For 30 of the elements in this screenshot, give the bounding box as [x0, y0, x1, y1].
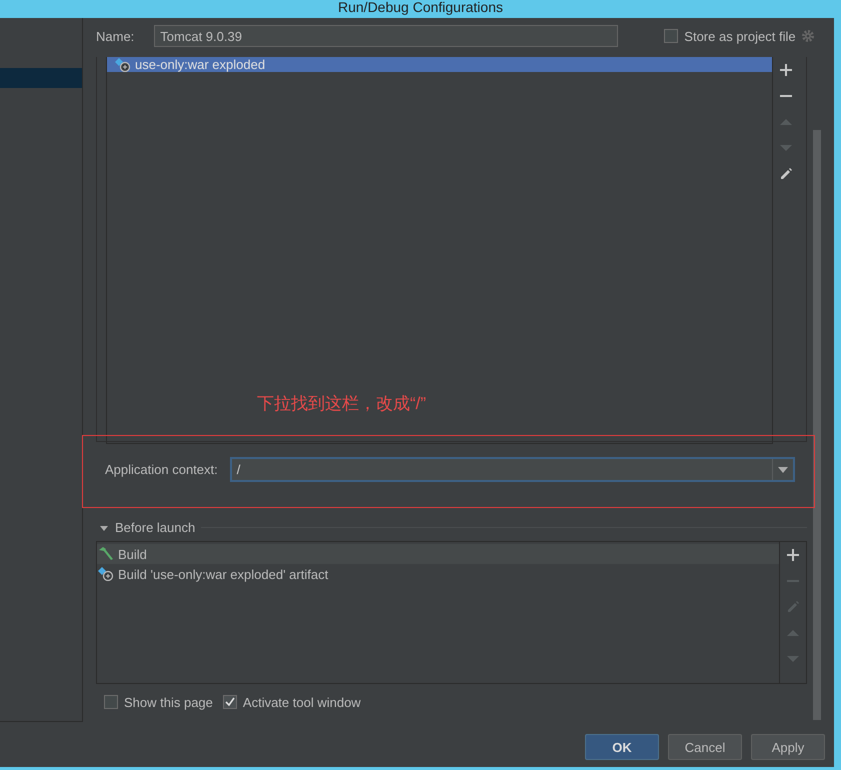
sidebar-item[interactable] [0, 68, 82, 88]
section-title: Before launch [115, 520, 196, 535]
artifact-icon [115, 58, 131, 72]
name-field[interactable]: Tomcat 9.0.39 [154, 25, 618, 47]
annotation-text: 下拉找到这栏，改成“/” [257, 393, 426, 415]
checkbox[interactable] [104, 695, 118, 709]
name-label: Name: [96, 28, 134, 44]
artifact-item[interactable]: use-only:war exploded [107, 57, 772, 72]
checkbox[interactable] [664, 29, 678, 43]
task-item[interactable]: Build 'use-only:war exploded' artifact [97, 564, 779, 584]
ok-button[interactable]: OK [585, 734, 659, 760]
artifact-icon [98, 567, 114, 581]
dropdown-arrow-icon [778, 466, 788, 472]
task-item[interactable]: Build [97, 544, 779, 564]
pencil-icon [786, 600, 800, 614]
window-title: Run/Debug Configurations [338, 0, 503, 17]
checkbox[interactable] [222, 695, 237, 709]
checkbox-label: Store as project file [684, 28, 796, 44]
gear-icon[interactable] [800, 29, 815, 43]
checkbox-label: Activate tool window [242, 694, 361, 710]
application-context-combo[interactable]: / [230, 457, 795, 482]
hammer-icon [98, 547, 114, 561]
checkbox-label: Show this page [124, 694, 213, 710]
pencil-icon [779, 167, 793, 181]
scrollbar[interactable] [813, 130, 821, 720]
application-context-label: Application context: [105, 462, 218, 477]
cancel-button[interactable]: Cancel [668, 734, 742, 760]
plus-icon [786, 548, 800, 562]
plus-icon [779, 63, 793, 77]
apply-button[interactable]: Apply [751, 734, 825, 760]
